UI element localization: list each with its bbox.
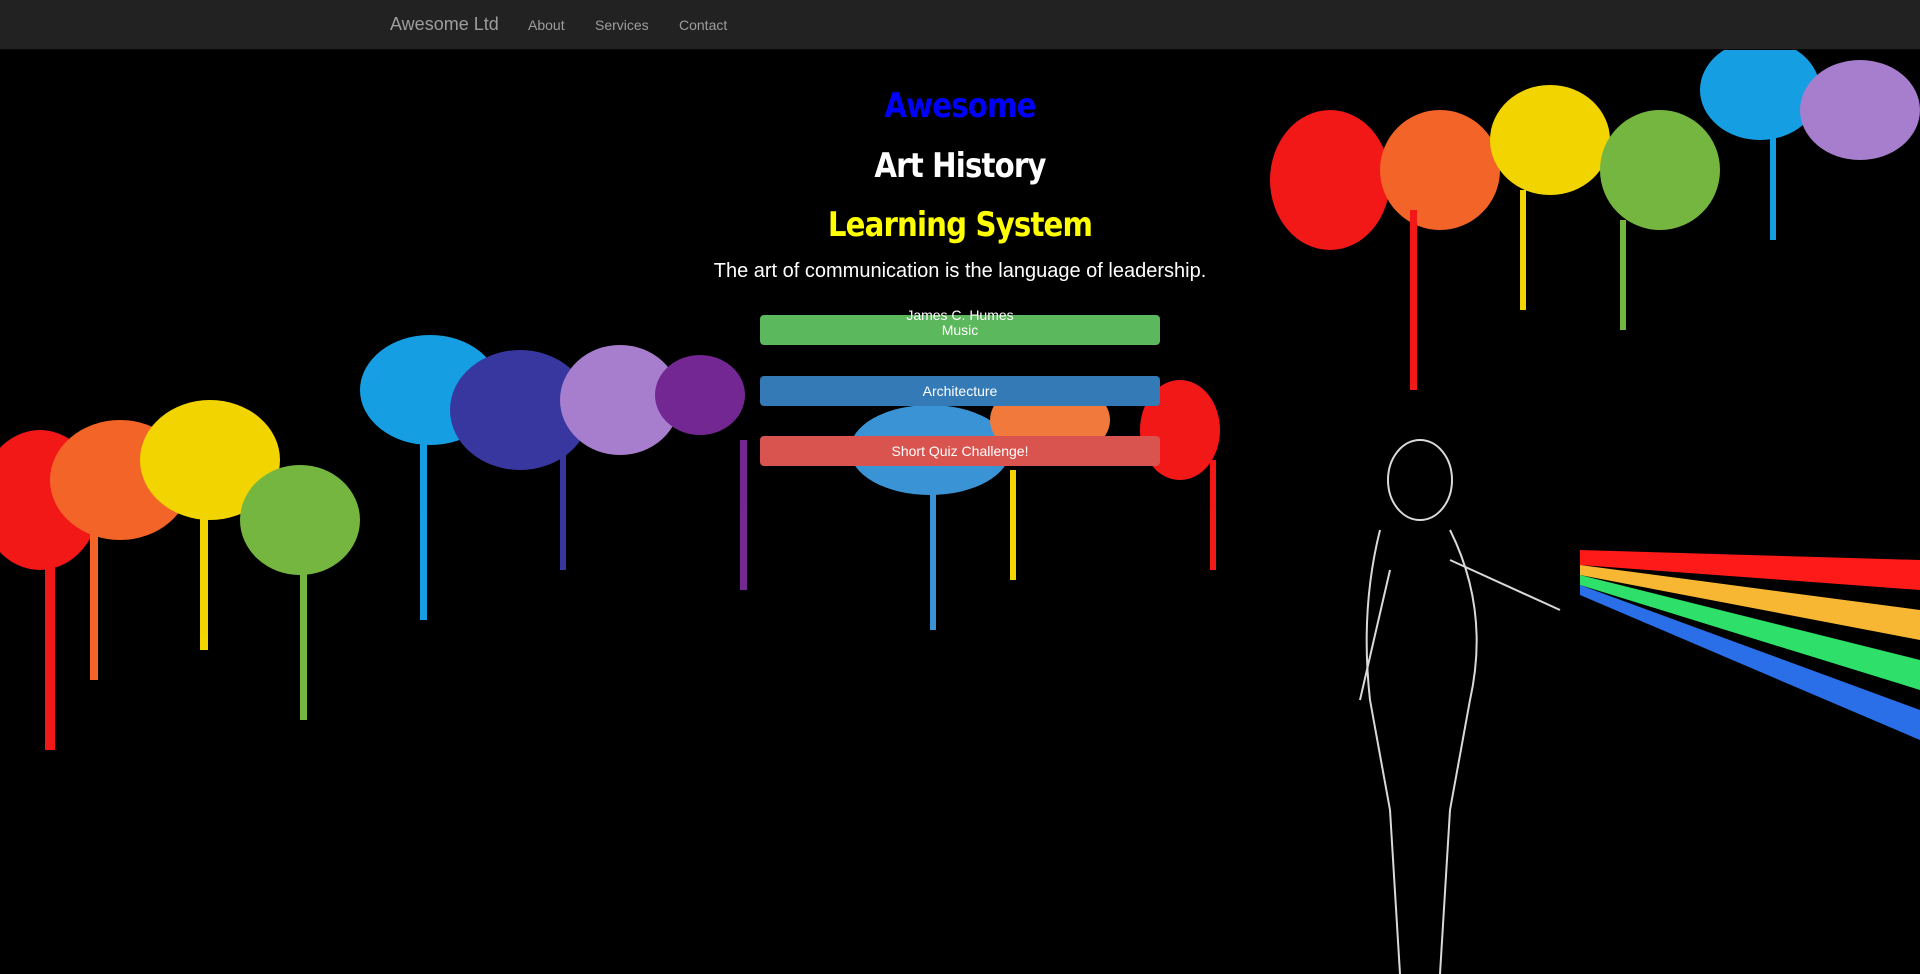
title-line-awesome: Awesome	[884, 86, 1036, 126]
quote-author: James C. Humes	[906, 307, 1014, 323]
paint-splatter-background	[0, 50, 1920, 974]
quiz-challenge-button[interactable]: Short Quiz Challenge!	[760, 436, 1160, 466]
brand-link[interactable]: Awesome Ltd	[390, 14, 499, 35]
nav-link-contact[interactable]: Contact	[679, 17, 727, 33]
top-navbar: Awesome Ltd About Services Contact	[0, 0, 1920, 50]
title-line-learning-system: Learning System	[827, 205, 1093, 245]
nav-link-services[interactable]: Services	[595, 17, 649, 33]
title-line-art-history: Art History	[874, 146, 1046, 186]
paint-splatter-image	[0, 50, 1920, 974]
hero-quote: The art of communication is the language…	[713, 260, 1207, 282]
architecture-button[interactable]: Architecture	[760, 376, 1160, 406]
nav-link-about[interactable]: About	[528, 17, 565, 33]
